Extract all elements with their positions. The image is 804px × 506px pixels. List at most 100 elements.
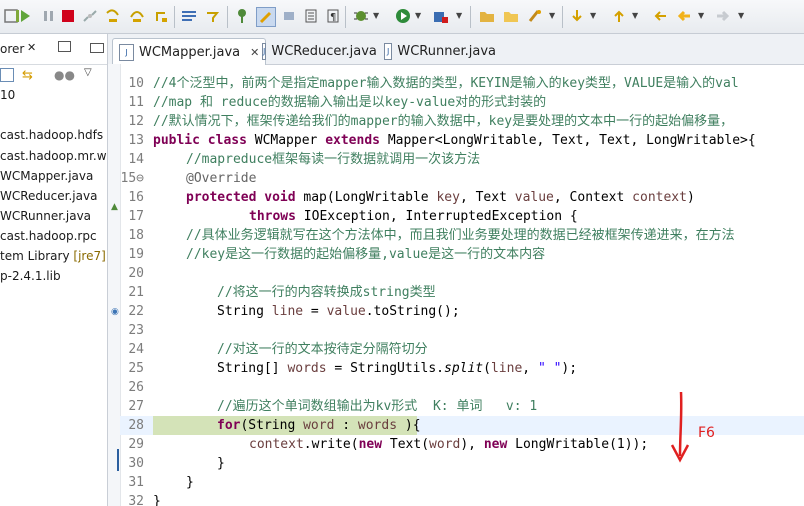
- filter-icon[interactable]: ●●: [54, 68, 75, 82]
- explorer-item-wcreducer[interactable]: WCReducer.java: [0, 189, 97, 203]
- explorer-item-hdfs-package[interactable]: cast.hadoop.hdfs: [0, 128, 103, 142]
- link-with-editor-icon[interactable]: ⇆: [22, 68, 33, 83]
- line-number: 25: [128, 361, 144, 376]
- code-line-20: 20: [120, 264, 804, 283]
- step-return-icon[interactable]: [152, 7, 170, 25]
- code-text: :: [334, 418, 358, 433]
- line-number: 30: [128, 456, 144, 471]
- code-text: , Text: [459, 190, 515, 205]
- code-text: ): [686, 190, 695, 205]
- back-dropdown-icon[interactable]: ▼: [698, 11, 704, 20]
- external-tools-icon[interactable]: [432, 7, 450, 25]
- line-number: 27: [128, 399, 144, 414]
- run-dropdown-icon[interactable]: ▼: [415, 11, 421, 20]
- variable: word: [429, 437, 461, 452]
- next-annotation-icon[interactable]: [568, 7, 586, 25]
- forward-dropdown-icon[interactable]: ▼: [738, 11, 744, 20]
- package-explorer-tab[interactable]: orer ✕: [0, 38, 64, 60]
- suspend-icon[interactable]: [40, 7, 58, 25]
- line-number: 28: [128, 418, 144, 433]
- next-annotation-dropdown-icon[interactable]: ▼: [590, 11, 596, 20]
- terminate-icon[interactable]: [59, 7, 77, 25]
- explorer-item-hadoop-lib[interactable]: p-2.4.1.lib: [0, 269, 61, 283]
- line-number: 24: [128, 342, 144, 357]
- explorer-item[interactable]: 10: [0, 88, 15, 102]
- code-line-14: 14 //mapreduce框架每读一行数据就调用一次该方法: [120, 150, 804, 169]
- search-dropdown-icon[interactable]: ▼: [549, 11, 555, 20]
- debug-icon[interactable]: [352, 7, 370, 25]
- code-text: = StringUtils.: [326, 361, 444, 376]
- line-number: 12: [128, 114, 144, 129]
- line-number: 29: [128, 437, 144, 452]
- tab-wcreducer[interactable]: J WCReducer.java: [256, 38, 377, 64]
- drop-to-frame-icon[interactable]: [180, 7, 198, 25]
- resume-icon[interactable]: [14, 7, 32, 25]
- keyword: public class: [153, 133, 247, 148]
- keyword: for: [217, 418, 241, 433]
- java-file-icon: J: [119, 43, 134, 61]
- f6-annotation-label: F6: [698, 425, 715, 441]
- explorer-item-mr-package[interactable]: cast.hadoop.mr.w: [0, 149, 107, 163]
- open-task-icon[interactable]: [502, 7, 520, 25]
- code-line-10: 10 //4个泛型中，前两个是指定mapper输入数据的类型，KEYIN是输入的k…: [120, 74, 804, 93]
- variable: words: [357, 418, 398, 433]
- minimize-icon[interactable]: [58, 41, 71, 52]
- collapse-all-icon[interactable]: [0, 68, 14, 82]
- breakpoint-icon[interactable]: ◉: [111, 307, 119, 317]
- last-edit-icon[interactable]: [651, 7, 669, 25]
- tab-wcrunner[interactable]: J WCRunner.java: [378, 38, 496, 64]
- explorer-item-wcrunner[interactable]: WCRunner.java: [0, 209, 91, 223]
- step-over-icon[interactable]: [128, 7, 146, 25]
- open-type-icon[interactable]: [478, 7, 496, 25]
- previous-annotation-dropdown-icon[interactable]: ▼: [632, 11, 638, 20]
- view-menu-icon[interactable]: ▽: [84, 67, 92, 78]
- variable: context: [632, 190, 687, 205]
- show-whitespace-icon[interactable]: [280, 7, 298, 25]
- paragraph-icon[interactable]: ¶: [324, 7, 342, 25]
- code-comment: //将这一行的内容转换成string类型: [217, 285, 436, 300]
- keyword: extends: [325, 133, 380, 148]
- mark-occurrences-icon[interactable]: [256, 7, 276, 27]
- code-line-15: 15⊖ @Override: [120, 169, 804, 188]
- disconnect-icon[interactable]: [81, 7, 99, 25]
- variable: key: [436, 190, 460, 205]
- code-text: .write(: [303, 437, 359, 452]
- code-line-13: 13 public class WCMapper extends Mapper<L…: [120, 131, 804, 150]
- forward-icon[interactable]: [714, 7, 732, 25]
- line-number: 22: [128, 304, 144, 319]
- code-text: .toString();: [365, 304, 460, 319]
- line-number: 14: [128, 152, 144, 167]
- system-library-label: tem Library: [0, 249, 70, 263]
- code-line-21: 21 //将这一行的内容转换成string类型: [120, 283, 804, 302]
- maximize-icon[interactable]: [90, 43, 104, 53]
- step-into-icon[interactable]: [104, 7, 122, 25]
- current-line-marker: [117, 449, 119, 471]
- line-number: 15⊖: [120, 171, 144, 186]
- code-text: (: [483, 361, 491, 376]
- editor-tab-bar: J WCMapper.java ✕ J WCReducer.java J WCR…: [108, 34, 804, 65]
- code-text: String[]: [217, 361, 288, 376]
- run-icon[interactable]: [394, 7, 412, 25]
- code-text: Text(: [382, 437, 430, 452]
- code-line-22: 22 String line = value.toString();: [120, 302, 804, 321]
- external-tools-dropdown-icon[interactable]: ▼: [456, 11, 462, 20]
- previous-annotation-icon[interactable]: [610, 7, 628, 25]
- line-number: 19: [128, 247, 144, 262]
- search-icon[interactable]: [526, 7, 544, 25]
- debug-dropdown-icon[interactable]: ▼: [373, 11, 379, 20]
- tab-wcmapper[interactable]: J WCMapper.java ✕: [112, 38, 266, 65]
- back-icon[interactable]: [675, 7, 693, 25]
- block-selection-icon[interactable]: [302, 7, 320, 25]
- code-line-17: 17 throws IOException, InterruptedExcepti…: [120, 207, 804, 226]
- code-text: IOException, InterruptedException {: [295, 209, 578, 224]
- toggle-breakpoint-icon[interactable]: [233, 7, 251, 25]
- code-text: WCMapper: [246, 133, 326, 148]
- explorer-item-rpc-package[interactable]: cast.hadoop.rpc: [0, 229, 97, 243]
- explorer-item-wcmapper[interactable]: WCMapper.java: [0, 169, 93, 183]
- annotation-override: @Override: [186, 171, 257, 186]
- use-step-filters-icon[interactable]: [204, 7, 222, 25]
- line-number: 23: [128, 323, 144, 338]
- close-icon[interactable]: ✕: [27, 41, 36, 54]
- line-number: 17: [128, 209, 144, 224]
- explorer-item-system-library[interactable]: tem Library [jre7]: [0, 249, 106, 263]
